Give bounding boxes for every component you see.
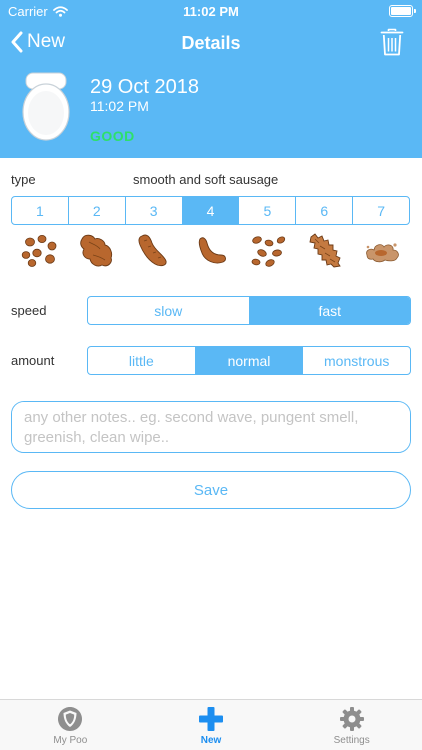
type-4-icon[interactable] — [182, 230, 239, 270]
speed-label: speed — [11, 303, 47, 318]
record-time: 11:02 PM — [90, 98, 149, 114]
battery-icon — [389, 5, 416, 17]
status-time: 11:02 PM — [183, 4, 239, 19]
toilet-icon — [22, 72, 70, 141]
type-label: type — [11, 172, 36, 187]
type-7-icon[interactable] — [353, 230, 410, 270]
type-1-icon[interactable] — [11, 230, 68, 270]
record-date: 29 Oct 2018 — [90, 76, 199, 98]
type-selector: 1 2 3 4 5 6 7 — [11, 196, 410, 225]
amount-option-normal[interactable]: normal — [194, 347, 303, 374]
type-option-1[interactable]: 1 — [12, 197, 68, 224]
page-title: Details — [181, 33, 241, 53]
type-description: smooth and soft sausage — [133, 172, 279, 187]
status-badge: GOOD — [90, 128, 135, 144]
gear-icon — [339, 707, 364, 731]
type-option-4[interactable]: 4 — [181, 197, 239, 224]
delete-button[interactable] — [380, 28, 404, 61]
nav-bar: New Details — [0, 22, 422, 66]
speed-selector: slow fast — [87, 296, 411, 325]
details-header: Carrier 11:02 PM New Details 29 Oct 2018… — [0, 0, 422, 158]
speed-option-fast[interactable]: fast — [248, 297, 410, 324]
type-5-icon[interactable] — [239, 230, 296, 270]
save-button[interactable]: Save — [11, 471, 411, 509]
type-option-6[interactable]: 6 — [295, 197, 352, 224]
type-option-5[interactable]: 5 — [238, 197, 295, 224]
amount-label: amount — [11, 353, 55, 368]
tab-new[interactable]: New — [141, 700, 282, 750]
tab-settings[interactable]: Settings — [281, 700, 422, 750]
type-option-2[interactable]: 2 — [67, 197, 125, 224]
type-icons-row — [11, 230, 410, 270]
type-6-icon[interactable] — [296, 230, 353, 270]
status-bar: Carrier 11:02 PM — [0, 0, 422, 22]
amount-option-monstrous[interactable]: monstrous — [302, 347, 410, 374]
tab-bar: My Poo New Settings — [0, 699, 422, 750]
type-2-icon[interactable] — [68, 230, 125, 270]
type-option-7[interactable]: 7 — [352, 197, 409, 224]
speed-option-slow[interactable]: slow — [88, 297, 249, 324]
plus-icon — [199, 707, 223, 731]
notes-input[interactable] — [11, 401, 411, 453]
type-3-icon[interactable] — [125, 230, 182, 270]
amount-selector: little normal monstrous — [87, 346, 411, 375]
shield-icon — [58, 707, 83, 731]
tab-settings-label: Settings — [333, 735, 370, 746]
trash-icon — [380, 28, 404, 56]
tab-my-poo[interactable]: My Poo — [0, 700, 141, 750]
tab-new-label: New — [200, 735, 222, 746]
type-option-3[interactable]: 3 — [124, 197, 182, 224]
tab-my-poo-label: My Poo — [53, 735, 88, 746]
amount-option-little[interactable]: little — [88, 347, 195, 374]
